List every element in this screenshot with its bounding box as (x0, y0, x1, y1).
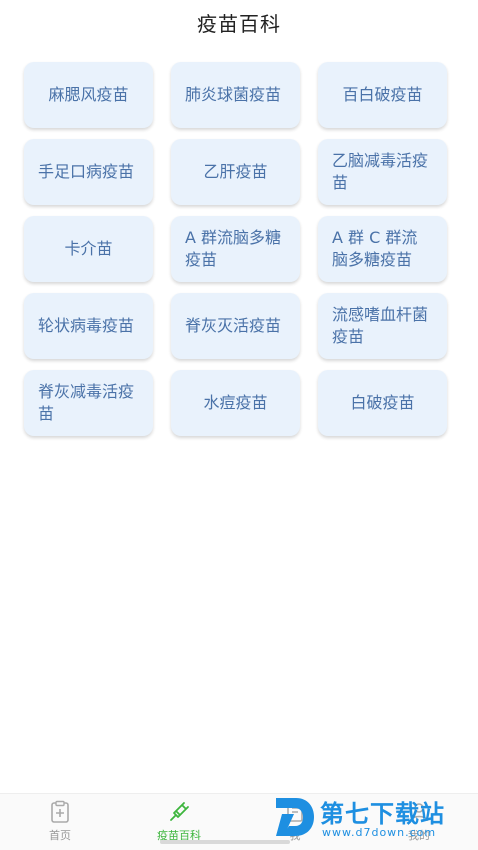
vaccine-card-hfmd[interactable]: 手足口病疫苗 (24, 139, 153, 205)
vaccine-label: 脊灰减毒活疫苗 (38, 382, 135, 423)
tab-vaccine-encyclopedia[interactable]: 疫苗百科 (134, 800, 224, 843)
clipboard-plus-icon (51, 800, 69, 823)
vaccine-label: 百白破疫苗 (342, 85, 423, 104)
vaccine-card-hib[interactable]: 流感嗜血杆菌疫苗 (318, 293, 447, 359)
vaccine-card-je-live[interactable]: 乙脑减毒活疫苗 (318, 139, 447, 205)
vaccine-card-opv[interactable]: 脊灰减毒活疫苗 (24, 370, 153, 436)
syringe-icon (170, 802, 189, 821)
vaccine-label: 乙肝疫苗 (203, 162, 268, 181)
vaccine-label: 手足口病疫苗 (38, 162, 135, 181)
vaccine-card-varicella[interactable]: 水痘疫苗 (171, 370, 300, 436)
tab-label: 首页 (49, 829, 71, 842)
vaccine-card-ipv[interactable]: 脊灰灭活疫苗 (171, 293, 300, 359)
watermark-url: www.d7down.com (322, 826, 437, 839)
vaccine-card-dtp[interactable]: 百白破疫苗 (318, 62, 447, 128)
vaccine-label: 轮状病毒疫苗 (38, 316, 135, 335)
vaccine-grid: 麻腮风疫苗 肺炎球菌疫苗 百白破疫苗 手足口病疫苗 乙肝疫苗 乙脑减毒活疫苗 卡… (24, 62, 447, 436)
vaccine-label: 流感嗜血杆菌疫苗 (332, 305, 429, 346)
watermark: 第七下载站 www.d7down.com (272, 792, 472, 846)
bottom-tab-bar: 首页 疫苗百科 我 我的 第七下载站 www.d7down.com (0, 793, 478, 850)
watermark-name: 第七下载站 (320, 800, 445, 828)
vaccine-card-bcg[interactable]: 卡介苗 (24, 216, 153, 282)
vaccine-label: 肺炎球菌疫苗 (185, 85, 282, 104)
vaccine-card-mpsv-ac[interactable]: A 群 C 群流脑多糖疫苗 (318, 216, 447, 282)
home-indicator (160, 840, 290, 844)
vaccine-card-hepatitis-b[interactable]: 乙肝疫苗 (171, 139, 300, 205)
page-title: 疫苗百科 (197, 12, 281, 36)
vaccine-card-rotavirus[interactable]: 轮状病毒疫苗 (24, 293, 153, 359)
vaccine-label: 水痘疫苗 (203, 393, 268, 412)
vaccine-label: A 群流脑多糖疫苗 (185, 228, 282, 269)
vaccine-label: A 群 C 群流脑多糖疫苗 (332, 228, 418, 269)
vaccine-label: 脊灰灭活疫苗 (185, 316, 282, 335)
vaccine-label: 卡介苗 (64, 239, 113, 258)
d7-logo-icon (276, 798, 314, 836)
vaccine-label: 白破疫苗 (350, 393, 415, 412)
vaccine-label: 麻腮风疫苗 (48, 85, 129, 104)
vaccine-card-dt[interactable]: 白破疫苗 (318, 370, 447, 436)
vaccine-label: 乙脑减毒活疫苗 (332, 151, 429, 192)
tab-home[interactable]: 首页 (15, 800, 105, 843)
vaccine-card-mpsv-a[interactable]: A 群流脑多糖疫苗 (171, 216, 300, 282)
vaccine-card-mmr[interactable]: 麻腮风疫苗 (24, 62, 153, 128)
vaccine-card-pneumococcal[interactable]: 肺炎球菌疫苗 (171, 62, 300, 128)
